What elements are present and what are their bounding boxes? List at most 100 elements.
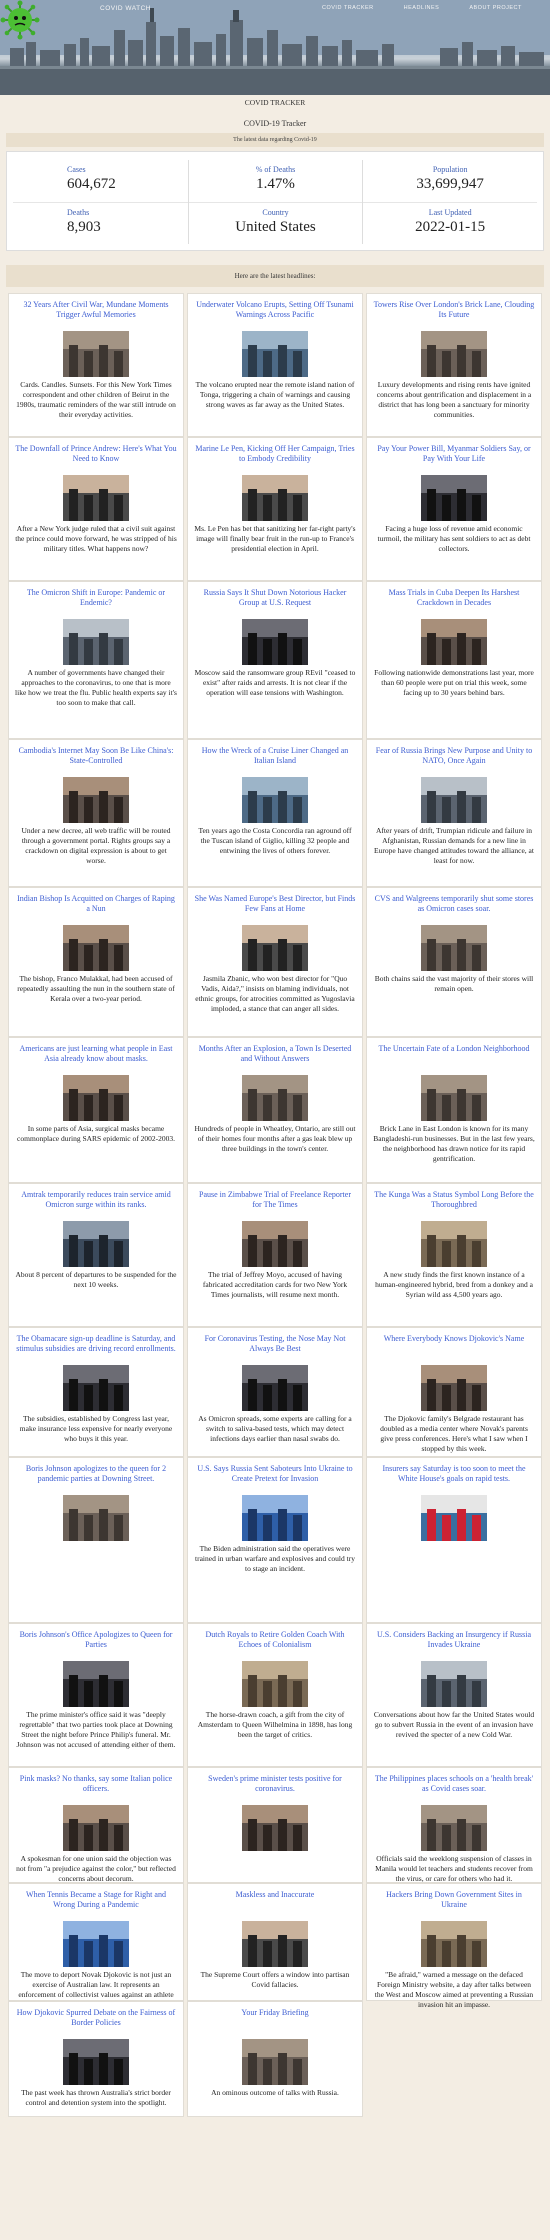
headline-link[interactable]: Boris Johnson's Office Apologizes to Que…	[15, 1630, 177, 1656]
headline-thumbnail[interactable]	[421, 1365, 487, 1411]
headline-thumbnail[interactable]	[63, 619, 129, 665]
headline-link[interactable]: Pay Your Power Bill, Myanmar Soldiers Sa…	[373, 444, 535, 470]
headline-thumbnail[interactable]	[421, 1661, 487, 1707]
headline-summary: The Djokovic family's Belgrade restauran…	[380, 1414, 528, 1453]
headline-link[interactable]: She Was Named Europe's Best Director, bu…	[194, 894, 356, 920]
headline-thumbnail[interactable]	[63, 1075, 129, 1121]
headline-link[interactable]: Pink masks? No thanks, say some Italian …	[15, 1774, 177, 1800]
headline-thumbnail[interactable]	[421, 1221, 487, 1267]
headline-thumbnail[interactable]	[421, 1075, 487, 1121]
headline-thumbnail[interactable]	[242, 475, 308, 521]
stat-last-updated: Last Updated 2022-01-15	[363, 202, 537, 244]
headline-link[interactable]: How the Wreck of a Cruise Liner Changed …	[194, 746, 356, 772]
headline-thumbnail[interactable]	[421, 925, 487, 971]
headline-link[interactable]: The Philippines places schools on a 'hea…	[373, 1774, 535, 1800]
headline-summary: The trial of Jeffrey Moyo, accused of ha…	[202, 1270, 348, 1299]
headline-thumbnail[interactable]	[63, 777, 129, 823]
headline-summary: The volcano erupted near the remote isla…	[195, 380, 355, 409]
headline-thumbnail[interactable]	[242, 1365, 308, 1411]
nav-link-about[interactable]: ABOUT PROJECT	[469, 5, 522, 11]
headline-thumbnail[interactable]	[421, 619, 487, 665]
headline-thumbnail[interactable]	[242, 331, 308, 377]
headline-summary: Cards. Candles. Sunsets. For this New Yo…	[16, 380, 176, 419]
headline-link[interactable]: The Uncertain Fate of a London Neighborh…	[373, 1044, 535, 1070]
headline-summary: The bishop, Franco Mulakkal, had been ac…	[17, 974, 175, 1003]
headline-card: Underwater Volcano Erupts, Setting Off T…	[187, 293, 363, 437]
headline-thumbnail[interactable]	[242, 1221, 308, 1267]
headline-link[interactable]: Pause in Zimbabwe Trial of Freelance Rep…	[194, 1190, 356, 1216]
nav-link-headlines[interactable]: HEADLINES	[404, 5, 440, 11]
nav-link-tracker[interactable]: COVID TRACKER	[322, 5, 374, 11]
headline-link[interactable]: Underwater Volcano Erupts, Setting Off T…	[194, 300, 356, 326]
headline-card: Russia Says It Shut Down Notorious Hacke…	[187, 581, 363, 739]
stat-label: Last Updated	[428, 208, 472, 217]
headline-card: The Uncertain Fate of a London Neighborh…	[366, 1037, 542, 1183]
headline-thumbnail[interactable]	[421, 475, 487, 521]
headline-thumbnail[interactable]	[421, 1921, 487, 1967]
headline-link[interactable]: Americans are just learning what people …	[15, 1044, 177, 1070]
headline-link[interactable]: Your Friday Briefing	[194, 2008, 356, 2034]
headline-link[interactable]: Boris Johnson apologizes to the queen fo…	[15, 1464, 177, 1490]
headline-thumbnail[interactable]	[63, 1365, 129, 1411]
headline-summary: Under a new decree, all web traffic will…	[21, 826, 171, 865]
headline-card: Hackers Bring Down Government Sites in U…	[366, 1883, 542, 2009]
headline-link[interactable]: When Tennis Became a Stage for Right and…	[15, 1890, 177, 1916]
headline-thumbnail[interactable]	[242, 925, 308, 971]
headline-link[interactable]: Hackers Bring Down Government Sites in U…	[373, 1890, 535, 1916]
headline-thumbnail[interactable]	[63, 1495, 129, 1541]
headline-link[interactable]: Sweden's prime minister tests positive f…	[194, 1774, 356, 1800]
headline-thumbnail[interactable]	[63, 475, 129, 521]
headline-link[interactable]: Insurers say Saturday is too soon to mee…	[373, 1464, 535, 1490]
headline-link[interactable]: Dutch Royals to Retire Golden Coach With…	[194, 1630, 356, 1656]
headline-link[interactable]: Where Everybody Knows Djokovic's Name	[373, 1334, 535, 1360]
headline-summary: Officials said the weeklong suspension o…	[375, 1854, 533, 1883]
headline-link[interactable]: The Obamacare sign-up deadline is Saturd…	[15, 1334, 177, 1360]
headline-summary: Ten years ago the Costa Concordia ran ag…	[198, 826, 352, 855]
headline-thumbnail[interactable]	[63, 925, 129, 971]
headline-link[interactable]: The Downfall of Prince Andrew: Here's Wh…	[15, 444, 177, 470]
headline-link[interactable]: The Omicron Shift in Europe: Pandemic or…	[15, 588, 177, 614]
headline-link[interactable]: Months After an Explosion, a Town Is Des…	[194, 1044, 356, 1070]
headline-thumbnail[interactable]	[421, 331, 487, 377]
headline-link[interactable]: Fear of Russia Brings New Purpose and Un…	[373, 746, 535, 772]
headline-link[interactable]: Amtrak temporarily reduces train service…	[15, 1190, 177, 1216]
stat-value: 33,699,947	[416, 176, 484, 192]
headline-card: Insurers say Saturday is too soon to mee…	[366, 1457, 542, 1623]
headline-thumbnail[interactable]	[63, 1921, 129, 1967]
headline-card: The Downfall of Prince Andrew: Here's Wh…	[8, 437, 184, 581]
headline-thumbnail[interactable]	[421, 1495, 487, 1541]
headline-thumbnail[interactable]	[63, 331, 129, 377]
headline-thumbnail[interactable]	[242, 777, 308, 823]
headline-thumbnail[interactable]	[242, 1661, 308, 1707]
headline-link[interactable]: Russia Says It Shut Down Notorious Hacke…	[194, 588, 356, 614]
headline-thumbnail[interactable]	[63, 2039, 129, 2085]
headline-link[interactable]: 32 Years After Civil War, Mundane Moment…	[15, 300, 177, 326]
headline-link[interactable]: U.S. Says Russia Sent Saboteurs Into Ukr…	[194, 1464, 356, 1490]
headline-thumbnail[interactable]	[242, 619, 308, 665]
headline-thumbnail[interactable]	[63, 1805, 129, 1851]
headline-thumbnail[interactable]	[421, 777, 487, 823]
headline-link[interactable]: Indian Bishop Is Acquitted on Charges of…	[15, 894, 177, 920]
headline-thumbnail[interactable]	[63, 1661, 129, 1707]
latest-data-bar: The latest data regarding Covid-19	[6, 133, 544, 147]
headline-thumbnail[interactable]	[242, 1075, 308, 1121]
headline-link[interactable]: Towers Rise Over London's Brick Lane, Cl…	[373, 300, 535, 326]
headline-link[interactable]: U.S. Considers Backing an Insurgency if …	[373, 1630, 535, 1656]
headline-thumbnail[interactable]	[421, 1805, 487, 1851]
headline-link[interactable]: For Coronavirus Testing, the Nose May No…	[194, 1334, 356, 1360]
headline-summary: Both chains said the vast majority of th…	[374, 974, 534, 993]
headline-summary: The Biden administration said the operat…	[195, 1544, 355, 1573]
headline-thumbnail[interactable]	[242, 1921, 308, 1967]
headline-link[interactable]: Marine Le Pen, Kicking Off Her Campaign,…	[194, 444, 356, 470]
headline-thumbnail[interactable]	[63, 1221, 129, 1267]
headline-thumbnail[interactable]	[242, 1495, 308, 1541]
headline-thumbnail[interactable]	[242, 2039, 308, 2085]
headline-link[interactable]: The Kunga Was a Status Symbol Long Befor…	[373, 1190, 535, 1216]
brand-link[interactable]: COVID WATCH	[100, 5, 151, 12]
headline-link[interactable]: Maskless and Inaccurate	[194, 1890, 356, 1916]
headline-thumbnail[interactable]	[242, 1805, 308, 1851]
headline-link[interactable]: Mass Trials in Cuba Deepen Its Harshest …	[373, 588, 535, 614]
headline-link[interactable]: How Djokovic Spurred Debate on the Fairn…	[15, 2008, 177, 2034]
headline-link[interactable]: CVS and Walgreens temporarily shut some …	[373, 894, 535, 920]
headline-link[interactable]: Cambodia's Internet May Soon Be Like Chi…	[15, 746, 177, 772]
